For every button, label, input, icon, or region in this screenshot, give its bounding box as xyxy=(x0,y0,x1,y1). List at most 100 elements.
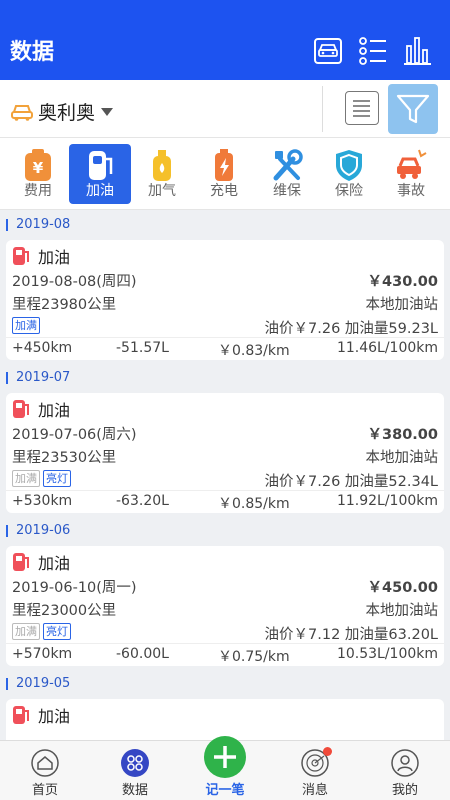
nav-label: 数据 xyxy=(121,783,148,798)
divider xyxy=(6,337,444,338)
delta-liters: -63.20L xyxy=(116,493,169,509)
category-bar: ¥ 费用 加油 加气 充电 维保 保险 事故 xyxy=(0,138,450,210)
fuel-pump-icon xyxy=(13,247,29,265)
plus-icon xyxy=(204,736,246,778)
fuel-consumption: 11.46L/100km xyxy=(336,340,438,356)
category-label: 加油 xyxy=(86,183,114,199)
refuel-record-card[interactable]: 加油 2019-06-10(周一) ￥450.00 里程23000公里 本地加油站 … xyxy=(6,546,444,666)
cost-per-km: ￥0.85/km xyxy=(218,496,290,512)
tag-full: 加满 xyxy=(12,623,40,640)
category-insurance[interactable]: 保险 xyxy=(318,144,380,204)
car-selector[interactable]: 奥利奥 xyxy=(10,98,114,125)
car-icon[interactable] xyxy=(313,36,343,66)
record-type: 加油 xyxy=(12,397,70,421)
record-price-volume: 油价￥7.26 加油量59.23L xyxy=(264,321,438,337)
nav-label: 首页 xyxy=(31,783,58,798)
nav-profile[interactable]: 我的 xyxy=(360,741,450,800)
record-type: 加油 xyxy=(12,550,70,574)
refuel-record-card[interactable]: 加油 2019-08-08(周四) ￥430.00 里程23980公里 本地加油站 … xyxy=(6,240,444,360)
money-bag-icon: ¥ xyxy=(25,149,51,181)
record-type-label: 加油 xyxy=(38,707,71,726)
tag-light-on: 亮灯 xyxy=(43,623,71,640)
filter-icon xyxy=(396,94,430,124)
car-name: 奥利奥 xyxy=(38,102,96,124)
nav-label: 记一笔 xyxy=(205,783,245,798)
nav-label: 我的 xyxy=(391,783,418,798)
bottom-navigation: 首页 数据 记一笔 消息 我的 xyxy=(0,736,450,800)
fuel-consumption: 11.92L/100km xyxy=(336,493,438,509)
chevron-down-icon xyxy=(101,107,114,116)
divider xyxy=(6,643,444,644)
car-crash-icon xyxy=(397,149,427,179)
delta-liters: -51.57L xyxy=(116,340,169,356)
record-date: 2019-07-06(周六) xyxy=(12,427,137,443)
record-type-label: 加油 xyxy=(38,554,71,573)
car-small-icon xyxy=(11,104,33,121)
record-station: 本地加油站 xyxy=(365,297,439,313)
gas-cylinder-icon xyxy=(153,150,171,181)
divider xyxy=(6,490,444,491)
tag-light-on: 亮灯 xyxy=(43,470,71,487)
nav-data[interactable]: 数据 xyxy=(90,741,180,800)
divider xyxy=(322,86,323,132)
category-expense[interactable]: ¥ 费用 xyxy=(7,144,69,204)
nav-add-record[interactable]: 记一笔 xyxy=(180,736,270,800)
category-label: 加气 xyxy=(148,183,176,199)
category-maintenance[interactable]: 维保 xyxy=(256,144,318,204)
category-gas[interactable]: 加气 xyxy=(131,144,193,204)
month-header: 2019-05 xyxy=(0,671,450,697)
list-button[interactable] xyxy=(345,91,379,125)
notification-dot xyxy=(323,747,332,756)
bar-chart-icon[interactable] xyxy=(402,36,432,66)
top-bar: 数据 xyxy=(0,0,450,80)
record-date: 2019-08-08(周四) xyxy=(12,274,137,290)
record-amount: ￥430.00 xyxy=(367,274,438,290)
refuel-record-card[interactable]: 加油 xyxy=(6,699,444,740)
svg-text:¥: ¥ xyxy=(33,159,44,177)
wrench-icon xyxy=(273,149,303,181)
month-header: 2019-06 xyxy=(0,518,450,544)
record-station: 本地加油站 xyxy=(365,603,439,619)
category-label: 充电 xyxy=(210,183,238,199)
record-price-volume: 油价￥7.26 加油量52.34L xyxy=(264,474,438,490)
fuel-pump-icon xyxy=(13,706,29,724)
record-type: 加油 xyxy=(12,244,70,268)
record-mileage: 里程23980公里 xyxy=(12,297,117,313)
grid-icon xyxy=(121,749,149,777)
category-label: 维保 xyxy=(273,183,301,199)
nav-messages[interactable]: 消息 xyxy=(270,741,360,800)
category-label: 保险 xyxy=(335,183,363,199)
page-title: 数据 xyxy=(10,40,55,65)
nav-label: 消息 xyxy=(301,783,328,798)
record-mileage: 里程23530公里 xyxy=(12,450,117,466)
tag-full: 加满 xyxy=(12,317,40,334)
user-icon xyxy=(391,749,419,777)
fuel-pump-icon xyxy=(89,151,113,180)
filter-button[interactable] xyxy=(388,84,438,134)
category-label: 事故 xyxy=(397,183,425,199)
category-refuel[interactable]: 加油 xyxy=(69,144,131,204)
car-selector-bar: 奥利奥 xyxy=(0,80,450,138)
category-accident[interactable]: 事故 xyxy=(380,144,442,204)
refuel-record-card[interactable]: 加油 2019-07-06(周六) ￥380.00 里程23530公里 本地加油站 … xyxy=(6,393,444,513)
battery-icon xyxy=(215,149,233,181)
delta-km: +570km xyxy=(12,646,73,662)
category-charge[interactable]: 充电 xyxy=(193,144,255,204)
nav-home[interactable]: 首页 xyxy=(0,741,90,800)
list-icon xyxy=(353,100,370,117)
fuel-pump-icon xyxy=(13,553,29,571)
record-amount: ￥380.00 xyxy=(367,427,438,443)
fuel-pump-icon xyxy=(13,400,29,418)
record-type-label: 加油 xyxy=(38,248,71,267)
fuel-consumption: 10.53L/100km xyxy=(336,646,438,662)
category-label: 费用 xyxy=(24,183,52,199)
tag-full: 加满 xyxy=(12,470,40,487)
cost-per-km: ￥0.75/km xyxy=(218,649,290,665)
list-view-icon[interactable] xyxy=(358,36,388,66)
shield-icon xyxy=(336,150,362,181)
record-price-volume: 油价￥7.12 加油量63.20L xyxy=(264,627,438,643)
record-amount: ￥450.00 xyxy=(367,580,438,596)
record-date: 2019-06-10(周一) xyxy=(12,580,137,596)
record-type: 加油 xyxy=(12,703,70,727)
delta-km: +450km xyxy=(12,340,73,356)
